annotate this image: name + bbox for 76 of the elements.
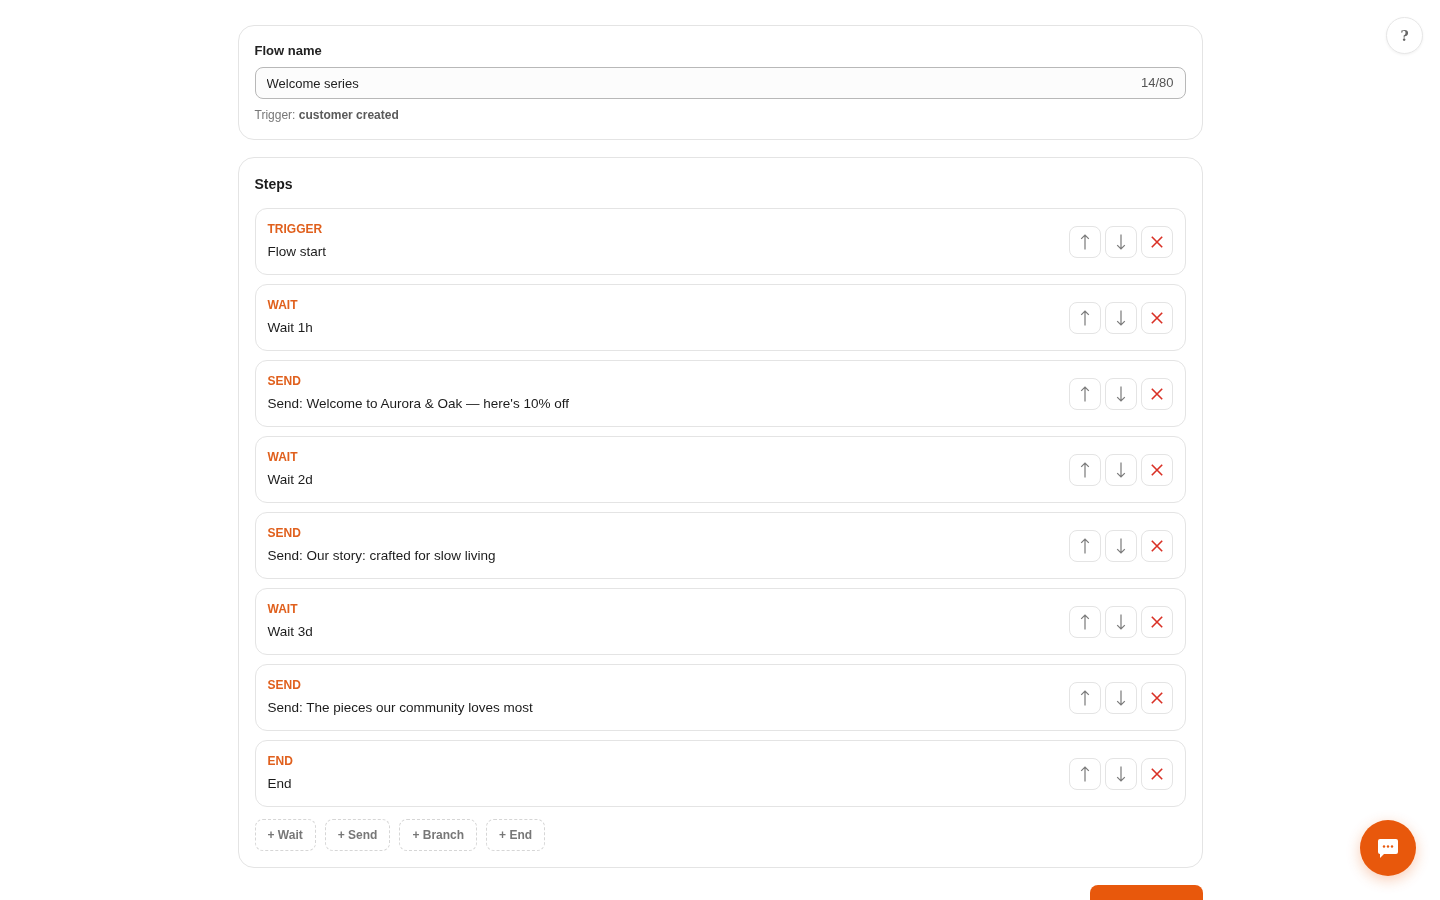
close-icon: [1150, 311, 1163, 324]
delete-button[interactable]: [1140, 681, 1173, 714]
delete-button[interactable]: [1140, 605, 1173, 638]
delete-button[interactable]: [1140, 225, 1173, 258]
down-arrow-icon: [1115, 613, 1126, 630]
step-title: Send: Welcome to Aurora & Oak — here's 10% off: [267, 395, 569, 413]
step-type: SEND: [267, 373, 302, 389]
step-type: WAIT: [267, 449, 299, 465]
move-up-button[interactable]: [1068, 377, 1101, 410]
move-up-button[interactable]: [1068, 681, 1101, 714]
up-arrow-icon: [1079, 309, 1090, 326]
delete-button[interactable]: [1140, 453, 1173, 486]
step-type: TRIGGER: [267, 221, 324, 237]
move-up-button[interactable]: [1068, 757, 1101, 790]
step-title: Wait 1h: [267, 319, 313, 337]
close-icon: [1150, 767, 1163, 780]
step-type: WAIT: [267, 297, 299, 313]
down-arrow-icon: [1115, 765, 1126, 782]
step-title: Flow start: [267, 243, 326, 261]
move-down-button[interactable]: [1104, 529, 1137, 562]
close-icon: [1150, 463, 1163, 476]
help-button[interactable]: ?: [1386, 17, 1423, 54]
down-arrow-icon: [1115, 385, 1126, 402]
up-arrow-icon: [1079, 613, 1090, 630]
delete-button[interactable]: [1140, 377, 1173, 410]
move-up-button[interactable]: [1068, 301, 1101, 334]
up-arrow-icon: [1079, 689, 1090, 706]
up-arrow-icon: [1079, 537, 1090, 554]
chat-bubble-icon: [1378, 838, 1398, 858]
down-arrow-icon: [1115, 309, 1126, 326]
move-down-button[interactable]: [1104, 757, 1137, 790]
chat-button[interactable]: [1360, 820, 1416, 876]
add-step-button[interactable]: + End: [486, 819, 546, 851]
step-title: End: [267, 775, 293, 793]
section-title: Steps: [254, 175, 294, 194]
move-up-button[interactable]: [1068, 225, 1101, 258]
move-down-button[interactable]: [1104, 681, 1137, 714]
up-arrow-icon: [1079, 765, 1090, 782]
down-arrow-icon: [1115, 461, 1126, 478]
trigger-note: Trigger: customer created: [254, 107, 400, 124]
move-down-button[interactable]: [1104, 301, 1137, 334]
step-title: Wait 2d: [267, 471, 313, 489]
down-arrow-icon: [1115, 537, 1126, 554]
step-title: Send: Our story: crafted for slow living: [267, 547, 496, 565]
move-up-button[interactable]: [1068, 453, 1101, 486]
down-arrow-icon: [1115, 689, 1126, 706]
delete-button[interactable]: [1140, 529, 1173, 562]
up-arrow-icon: [1079, 461, 1090, 478]
step-title: Wait 3d: [267, 623, 313, 641]
primary-button[interactable]: [1089, 885, 1203, 900]
down-arrow-icon: [1115, 233, 1126, 250]
add-step-button[interactable]: + Branch: [399, 819, 478, 851]
close-icon: [1150, 615, 1163, 628]
step-type: SEND: [267, 525, 302, 541]
character-counter: 14/80: [1140, 75, 1174, 91]
close-icon: [1150, 691, 1163, 704]
close-icon: [1150, 235, 1163, 248]
add-step-button[interactable]: + Wait: [254, 819, 316, 851]
step-type: WAIT: [267, 601, 299, 617]
delete-button[interactable]: [1140, 757, 1173, 790]
step-type: END: [267, 753, 293, 769]
up-arrow-icon: [1079, 385, 1090, 402]
step-type: SEND: [267, 677, 302, 693]
move-down-button[interactable]: [1104, 605, 1137, 638]
close-icon: [1150, 387, 1163, 400]
field-label: Flow name: [254, 42, 323, 60]
move-up-button[interactable]: [1068, 529, 1101, 562]
move-down-button[interactable]: [1104, 453, 1137, 486]
close-icon: [1150, 539, 1163, 552]
move-down-button[interactable]: [1104, 225, 1137, 258]
step-title: Send: The pieces our community loves most: [267, 699, 533, 717]
move-down-button[interactable]: [1104, 377, 1137, 410]
delete-button[interactable]: [1140, 301, 1173, 334]
up-arrow-icon: [1079, 233, 1090, 250]
add-step-button[interactable]: + Send: [324, 819, 391, 851]
move-up-button[interactable]: [1068, 605, 1101, 638]
